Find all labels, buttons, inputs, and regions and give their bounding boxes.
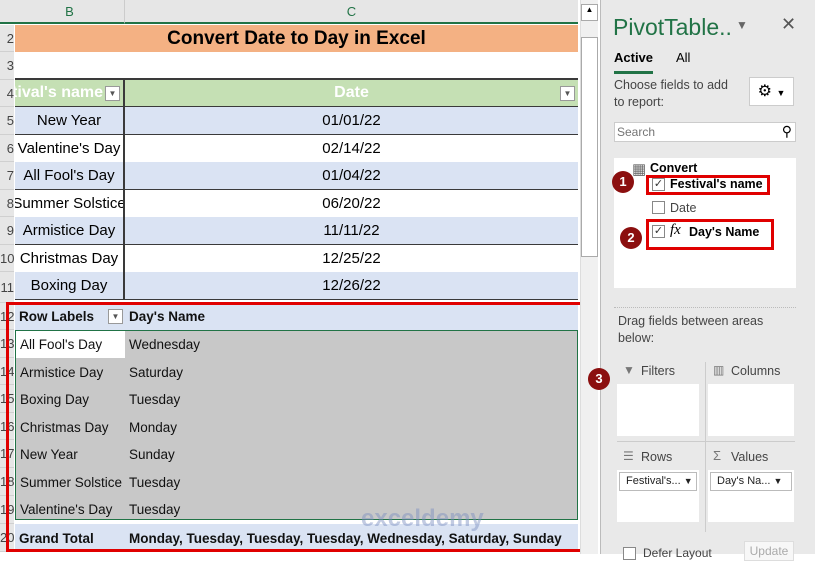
table-cell-festival[interactable]: New Year bbox=[15, 107, 125, 135]
select-all-corner[interactable] bbox=[0, 0, 15, 24]
table-cell-date[interactable]: 02/14/22 bbox=[125, 134, 578, 163]
column-header-c[interactable]: C bbox=[125, 0, 578, 24]
badge-1: 1 bbox=[612, 171, 634, 193]
scroll-thumb[interactable] bbox=[581, 37, 598, 257]
filter-icon: ▼ bbox=[623, 363, 635, 377]
empty-row[interactable] bbox=[15, 52, 578, 80]
rows-icon: ☰ bbox=[623, 449, 634, 463]
table-cell-date[interactable]: 12/26/22 bbox=[125, 272, 578, 300]
row-number[interactable]: 3 bbox=[0, 52, 14, 80]
table-cell-festival[interactable]: Summer Solstice bbox=[15, 189, 125, 218]
choose-fields-label: Choose fields to add to report: bbox=[614, 78, 728, 109]
table-icon: ▦ bbox=[632, 161, 647, 178]
tab-active[interactable]: Active bbox=[614, 50, 654, 74]
sheet-title[interactable]: Convert Date to Day in Excel bbox=[15, 25, 578, 52]
search-icon: ⚲ bbox=[781, 123, 792, 139]
scroll-up-icon[interactable]: ▲ bbox=[581, 4, 598, 21]
row-number[interactable]: 7 bbox=[0, 162, 14, 190]
values-label: Values bbox=[731, 450, 769, 464]
table-cell-date[interactable]: 06/20/22 bbox=[125, 189, 578, 218]
filter-dropdown-icon[interactable]: ▼ bbox=[560, 86, 575, 101]
defer-layout-label: Defer Layout bbox=[643, 546, 712, 560]
rows-label: Rows bbox=[641, 450, 673, 464]
update-button[interactable]: Update bbox=[744, 541, 794, 561]
settings-gear-icon[interactable]: ⚙ ▼ bbox=[749, 77, 794, 106]
tab-all[interactable]: All bbox=[676, 50, 690, 65]
row-number[interactable]: 4 bbox=[0, 80, 14, 107]
field-search[interactable]: ⚲ bbox=[614, 122, 796, 142]
table-cell-festival[interactable]: Boxing Day bbox=[15, 272, 125, 300]
table-cell-festival[interactable]: All Fool's Day bbox=[15, 162, 125, 190]
filters-area[interactable] bbox=[617, 384, 699, 436]
columns-icon: ▥ bbox=[713, 363, 725, 377]
table-cell-festival[interactable]: Valentine's Day bbox=[15, 134, 125, 163]
table-header-festival[interactable]: Festival's name▼ bbox=[15, 80, 125, 107]
row-number[interactable]: 5 bbox=[0, 107, 14, 135]
search-input[interactable] bbox=[615, 123, 765, 141]
table-cell-festival[interactable]: Armistice Day bbox=[15, 217, 125, 245]
sigma-icon: Σ bbox=[713, 448, 722, 463]
columns-area[interactable] bbox=[708, 384, 794, 436]
filters-label: Filters bbox=[641, 364, 676, 378]
table-header-date[interactable]: Date ▼ bbox=[125, 80, 578, 107]
field-checkbox-date[interactable] bbox=[652, 201, 665, 214]
rows-chip[interactable]: Festival's... ▼ bbox=[619, 472, 697, 491]
field-label-date[interactable]: Date bbox=[670, 201, 696, 215]
rows-area[interactable]: Festival's... ▼ bbox=[617, 470, 699, 522]
table-cell-date[interactable]: 12/25/22 bbox=[125, 244, 578, 273]
highlight-pivot bbox=[6, 302, 590, 552]
pane-menu-icon[interactable]: ▼ bbox=[736, 18, 748, 32]
table-cell-date[interactable]: 11/11/22 bbox=[125, 217, 578, 245]
header-label: Festival's name bbox=[15, 84, 103, 101]
badge-2: 2 bbox=[620, 227, 642, 249]
pane-title: PivotTable.. bbox=[613, 14, 732, 40]
highlight-field-2 bbox=[646, 219, 774, 250]
table-cell-festival[interactable]: Christmas Day bbox=[15, 244, 125, 273]
table-cell-date[interactable]: 01/04/22 bbox=[125, 162, 578, 190]
rows-chip-label: Festival's... bbox=[626, 475, 681, 487]
pivot-field-pane: PivotTable.. ▼ ✕ Active All Choose field… bbox=[600, 0, 815, 561]
row-number[interactable]: 2 bbox=[0, 25, 14, 52]
badge-3: 3 bbox=[588, 368, 610, 390]
row-number[interactable]: 11 bbox=[0, 272, 14, 303]
row-number[interactable]: 9 bbox=[0, 217, 14, 245]
values-area[interactable]: Day's Na... ▼ bbox=[708, 470, 794, 522]
values-chip[interactable]: Day's Na... ▼ bbox=[710, 472, 792, 491]
filter-dropdown-icon[interactable]: ▼ bbox=[105, 86, 120, 101]
close-icon[interactable]: ✕ bbox=[781, 14, 796, 35]
vertical-scrollbar[interactable]: ▲ bbox=[580, 0, 598, 554]
columns-label: Columns bbox=[731, 364, 781, 378]
row-number[interactable]: 6 bbox=[0, 135, 14, 162]
header-label: Date bbox=[334, 84, 369, 101]
highlight-field-1 bbox=[646, 175, 770, 195]
values-chip-label: Day's Na... bbox=[717, 475, 771, 487]
drag-fields-label: Drag fields between areas below: bbox=[618, 314, 764, 345]
table-cell-date[interactable]: 01/01/22 bbox=[125, 107, 578, 135]
column-header-b[interactable]: B bbox=[15, 0, 125, 24]
row-number[interactable]: 10 bbox=[0, 245, 14, 272]
row-number[interactable]: 8 bbox=[0, 190, 14, 217]
table-name: Convert bbox=[650, 161, 698, 175]
